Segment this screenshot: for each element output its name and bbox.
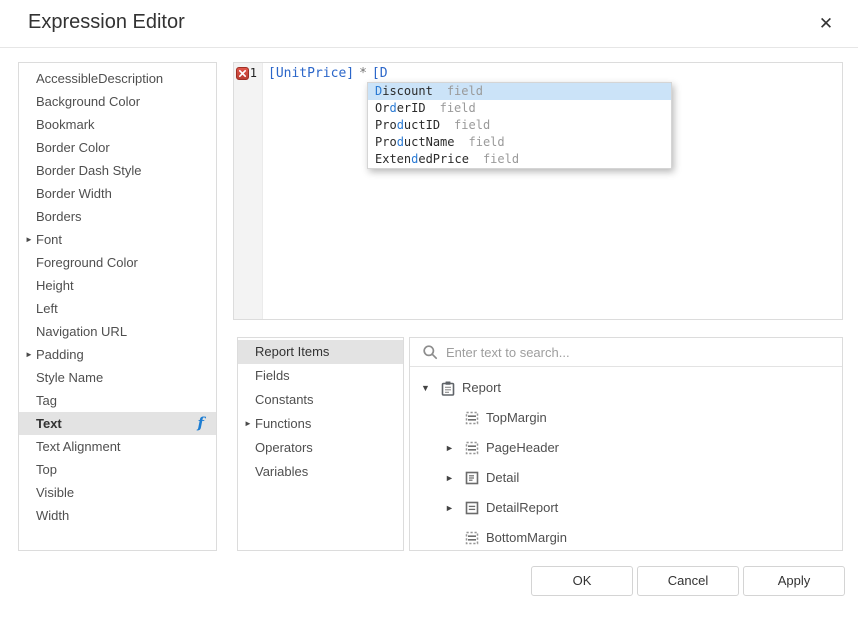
category-operators[interactable]: Operators bbox=[238, 436, 403, 460]
property-item-foreground-color[interactable]: Foreground Color bbox=[19, 251, 216, 274]
tree-node-pageheader[interactable]: ► PageHeader bbox=[410, 433, 842, 463]
category-fields[interactable]: Fields bbox=[238, 364, 403, 388]
property-item-padding[interactable]: ► Padding bbox=[19, 343, 216, 366]
property-item-top[interactable]: Top bbox=[19, 458, 216, 481]
margin-band-icon bbox=[465, 411, 479, 425]
autocomplete-item-extendedprice[interactable]: ExtendedPricefield bbox=[368, 151, 671, 168]
tree-node-report[interactable]: ▼ Report bbox=[410, 373, 842, 403]
collapse-down-icon[interactable]: ▼ bbox=[421, 373, 441, 403]
category-constants[interactable]: Constants bbox=[238, 388, 403, 412]
margin-band-icon bbox=[465, 441, 479, 455]
detail-report-icon bbox=[465, 501, 479, 515]
property-item-border-color[interactable]: Border Color bbox=[19, 136, 216, 159]
margin-band-icon bbox=[465, 531, 479, 545]
property-item-font[interactable]: ► Font bbox=[19, 228, 216, 251]
dialog-titlebar: Expression Editor ✕ bbox=[0, 0, 858, 48]
property-item-width[interactable]: Width bbox=[19, 504, 216, 527]
property-item-visible[interactable]: Visible bbox=[19, 481, 216, 504]
report-tree: ▼ Report TopMargin ► bbox=[410, 367, 842, 553]
tree-node-detail[interactable]: ► Detail bbox=[410, 463, 842, 493]
error-icon bbox=[236, 67, 249, 80]
property-item-text-alignment[interactable]: Text Alignment bbox=[19, 435, 216, 458]
report-items-tree-panel: ▼ Report TopMargin ► bbox=[409, 337, 843, 551]
search-icon bbox=[422, 344, 438, 360]
ok-button[interactable]: OK bbox=[531, 566, 633, 596]
report-icon bbox=[441, 381, 455, 396]
property-item-navigation-url[interactable]: Navigation URL bbox=[19, 320, 216, 343]
property-item-text[interactable]: Text f bbox=[19, 412, 216, 435]
tree-node-topmargin[interactable]: TopMargin bbox=[410, 403, 842, 433]
expand-right-icon[interactable]: ► bbox=[244, 412, 252, 436]
page-title: Expression Editor bbox=[28, 11, 185, 34]
code-typed-text: [D bbox=[372, 66, 388, 81]
autocomplete-item-discount[interactable]: Discountfield bbox=[368, 83, 671, 100]
autocomplete-item-orderid[interactable]: OrderIDfield bbox=[368, 100, 671, 117]
category-report-items[interactable]: Report Items bbox=[238, 340, 403, 364]
code-operator: * bbox=[359, 66, 367, 81]
property-item-border-dash-style[interactable]: Border Dash Style bbox=[19, 159, 216, 182]
tree-node-bottommargin[interactable]: BottomMargin bbox=[410, 523, 842, 553]
search-input[interactable] bbox=[444, 340, 828, 364]
expand-right-icon[interactable]: ► bbox=[445, 493, 465, 523]
expand-right-icon[interactable]: ► bbox=[25, 228, 33, 251]
expand-right-icon[interactable]: ► bbox=[445, 433, 465, 463]
expand-right-icon[interactable]: ► bbox=[445, 463, 465, 493]
expand-right-icon[interactable]: ► bbox=[25, 343, 33, 366]
code-line[interactable]: [UnitPrice] * [D bbox=[268, 66, 388, 81]
cancel-button[interactable]: Cancel bbox=[637, 566, 739, 596]
property-item-border-width[interactable]: Border Width bbox=[19, 182, 216, 205]
autocomplete-popup: Discountfield OrderIDfield ProductIDfiel… bbox=[367, 82, 672, 169]
detail-band-icon bbox=[465, 471, 479, 485]
close-icon[interactable]: ✕ bbox=[814, 12, 838, 36]
search-bar bbox=[410, 338, 842, 367]
property-item-accessibledescription[interactable]: AccessibleDescription bbox=[19, 67, 216, 90]
property-item-borders[interactable]: Borders bbox=[19, 205, 216, 228]
property-item-background-color[interactable]: Background Color bbox=[19, 90, 216, 113]
property-item-bookmark[interactable]: Bookmark bbox=[19, 113, 216, 136]
autocomplete-item-productid[interactable]: ProductIDfield bbox=[368, 117, 671, 134]
autocomplete-item-productname[interactable]: ProductNamefield bbox=[368, 134, 671, 151]
apply-button[interactable]: Apply bbox=[743, 566, 845, 596]
code-field-ref: [UnitPrice] bbox=[268, 66, 354, 81]
category-variables[interactable]: Variables bbox=[238, 460, 403, 484]
expression-function-icon: f bbox=[198, 412, 204, 435]
line-number: 1 bbox=[250, 66, 257, 80]
categories-panel: Report Items Fields Constants ► Function… bbox=[237, 337, 404, 551]
tree-node-detailreport[interactable]: ► DetailReport bbox=[410, 493, 842, 523]
properties-panel: AccessibleDescription Background Color B… bbox=[18, 62, 217, 551]
editor-gutter: 1 bbox=[234, 63, 263, 319]
property-item-style-name[interactable]: Style Name bbox=[19, 366, 216, 389]
property-item-tag[interactable]: Tag bbox=[19, 389, 216, 412]
property-item-left[interactable]: Left bbox=[19, 297, 216, 320]
property-item-height[interactable]: Height bbox=[19, 274, 216, 297]
category-functions[interactable]: ► Functions bbox=[238, 412, 403, 436]
